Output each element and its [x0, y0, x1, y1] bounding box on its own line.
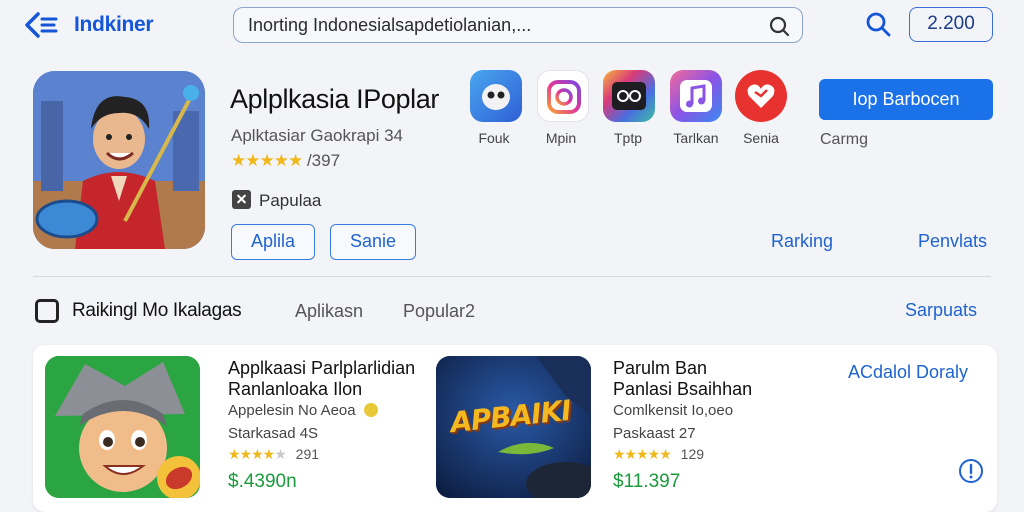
search-box[interactable] — [233, 7, 803, 43]
rating-stars: ★★★★★ — [613, 446, 672, 462]
rating-count: 291 — [295, 446, 320, 462]
category-tag-label: Papulaa — [259, 191, 322, 210]
see-all-link[interactable]: Sarpuats — [905, 300, 977, 321]
list-action-link[interactable]: ACdalol Doraly — [848, 362, 968, 383]
list-item-title: Parulm Ban Panlasi Bsaihhan — [613, 358, 752, 400]
app-label-mpin: Mpin — [545, 130, 577, 146]
app-label-tarlkan: Tarlkan — [673, 130, 719, 146]
list-item-title: Applkaasi Parlplarlidian Ranlanloaka Ilo… — [228, 358, 415, 400]
rating-count: /397 — [306, 151, 341, 170]
search-input[interactable] — [248, 12, 758, 38]
list-item-title-line2: Panlasi Bsaihhan — [613, 379, 753, 399]
featured-app-subtitle: Aplktasiar Gaokrapi 34 — [231, 126, 403, 145]
back-arrow-icon[interactable] — [22, 10, 62, 40]
app-label-senia: Senia — [743, 130, 779, 146]
list-item-category: Starkasad 4S — [228, 425, 319, 442]
rating-count: 129 — [680, 446, 705, 462]
sanie-button[interactable]: Sanie — [330, 224, 416, 260]
coin-balance-badge[interactable]: 2.200 — [909, 7, 993, 42]
penvlats-link[interactable]: Penvlats — [918, 231, 987, 252]
featured-app-rating: ★★★★★ /397 — [231, 151, 340, 171]
aplila-button[interactable]: Aplila — [231, 224, 315, 260]
section-title-tab[interactable]: Raikingl Mo Ikalagas — [72, 300, 242, 322]
rating-stars: ★★★★★ — [231, 151, 303, 170]
category-tag: Papulaa — [232, 190, 321, 211]
list-item-developer: Appelesin No Aeoa — [228, 402, 378, 419]
search-icon[interactable] — [768, 15, 790, 37]
game-app-icon[interactable] — [603, 70, 655, 122]
divider — [33, 276, 991, 277]
tab-aplikasn[interactable]: Aplikasn — [295, 301, 363, 322]
emoji-icon — [363, 403, 378, 417]
list-item-developer: Comlkensit Io,oeo — [613, 402, 734, 419]
app-label-fouk: Fouk — [478, 130, 510, 146]
list-item-title-line1: Parulm Ban — [613, 358, 708, 378]
list-item-developer-label: Appelesin No Aeoa — [228, 402, 356, 419]
app-label-tptp: Tptp — [613, 130, 642, 146]
ghost-app-icon[interactable] — [470, 70, 522, 122]
list-item-rating: ★★★★★ 129 — [613, 446, 704, 463]
list-item-title-line1: Applkaasi Parlplarlidian — [228, 358, 416, 378]
info-icon[interactable] — [958, 458, 984, 484]
tag-icon — [232, 190, 251, 209]
camera-app-icon[interactable] — [537, 70, 589, 122]
list-item-rating: ★★★★★ 291 — [228, 446, 319, 463]
tab-popular2[interactable]: Popular2 — [403, 301, 475, 322]
rating-stars: ★★★★★ — [228, 446, 287, 462]
primary-action-button[interactable]: Iop Barbocen — [819, 79, 993, 120]
music-app-icon[interactable] — [670, 70, 722, 122]
list-item-price: $11.397 — [613, 471, 681, 492]
top-bar: Indkiner 2.200 — [0, 0, 1024, 50]
list-item-price: $.4390n — [228, 471, 297, 492]
heart-app-icon[interactable] — [735, 70, 787, 122]
ranking-link[interactable]: Rarking — [771, 231, 833, 252]
list-item-artwork[interactable] — [45, 356, 200, 498]
list-item-title-line2: Ranlanloaka Ilon — [228, 379, 363, 399]
caption-label: Carmg — [820, 131, 869, 148]
list-item-category: Paskaast 27 — [613, 425, 696, 442]
featured-app-title: Aplplkasia IPoplar — [230, 84, 439, 114]
app-list-card: Applkaasi Parlplarlidian Ranlanloaka Ilo… — [33, 345, 997, 512]
list-item-artwork[interactable]: APBAIKI — [436, 356, 591, 498]
search-icon[interactable] — [864, 10, 892, 38]
featured-app-artwork[interactable] — [33, 71, 205, 249]
section-square-icon — [35, 299, 59, 323]
app-brand: Indkiner — [74, 13, 154, 36]
